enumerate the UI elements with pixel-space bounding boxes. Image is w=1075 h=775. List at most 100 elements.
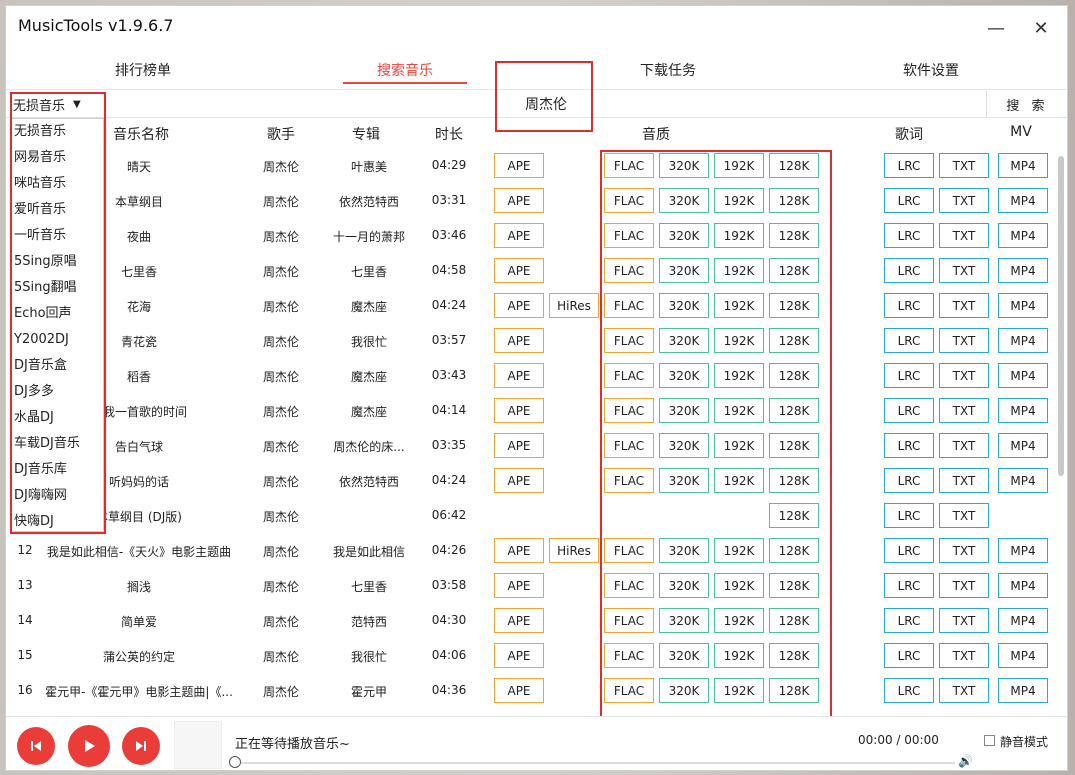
table-row[interactable]: 本草纲目 周杰伦 依然范特西 03:31 APE FLAC 320K 192K 128K LRC T…: [6, 183, 1056, 218]
song-album: 依然范特西: [338, 195, 399, 209]
mp4-button[interactable]: MP4: [998, 328, 1048, 353]
progress-handle[interactable]: [229, 756, 241, 768]
mp4-button[interactable]: MP4: [998, 643, 1048, 668]
table-row[interactable]: 花海 周杰伦 魔杰座 04:24 APE HiRes FLAC 320K 192K 128K LRC…: [6, 288, 1056, 323]
ape-button[interactable]: APE: [494, 363, 544, 388]
ape-button[interactable]: APE: [494, 573, 544, 598]
ape-button[interactable]: APE: [494, 398, 544, 423]
ape-button[interactable]: APE: [494, 258, 544, 283]
table-row[interactable]: 15 蒲公英的约定 周杰伦 我很忙 04:06 APE FLAC 320K 192K 128K LR…: [6, 638, 1056, 673]
tab-settings[interactable]: 软件设置: [869, 60, 993, 80]
mp4-button[interactable]: MP4: [998, 573, 1048, 598]
txt-button[interactable]: TXT: [939, 643, 989, 668]
hires-button[interactable]: HiRes: [549, 538, 599, 563]
lrc-button[interactable]: LRC: [884, 363, 934, 388]
ape-button[interactable]: APE: [494, 643, 544, 668]
close-button[interactable]: ✕: [1026, 14, 1056, 42]
play-button[interactable]: [68, 725, 110, 767]
table-row[interactable]: 夜曲 周杰伦 十一月的萧邦 03:46 APE FLAC 320K 192K 128K LRC TX…: [6, 218, 1056, 253]
next-button[interactable]: [122, 727, 160, 765]
lrc-button[interactable]: LRC: [884, 573, 934, 598]
txt-button[interactable]: TXT: [939, 608, 989, 633]
ape-button[interactable]: APE: [494, 433, 544, 458]
txt-button[interactable]: TXT: [939, 468, 989, 493]
mp4-button[interactable]: MP4: [998, 363, 1048, 388]
mp4-button[interactable]: MP4: [998, 223, 1048, 248]
tab-search[interactable]: 搜索音乐: [343, 60, 467, 80]
txt-button[interactable]: TXT: [939, 678, 989, 703]
mp4-button[interactable]: MP4: [998, 293, 1048, 318]
ape-button[interactable]: APE: [494, 328, 544, 353]
tab-downloads[interactable]: 下载任务: [606, 60, 730, 80]
lrc-button[interactable]: LRC: [884, 643, 934, 668]
txt-button[interactable]: TXT: [939, 188, 989, 213]
song-album: 我很忙: [350, 650, 387, 664]
ape-button[interactable]: APE: [494, 293, 544, 318]
ape-button[interactable]: APE: [494, 188, 544, 213]
lrc-button[interactable]: LRC: [884, 328, 934, 353]
prev-button[interactable]: [17, 727, 55, 765]
mp4-button[interactable]: MP4: [998, 433, 1048, 458]
mp4-button[interactable]: MP4: [998, 678, 1048, 703]
txt-button[interactable]: TXT: [939, 398, 989, 423]
txt-button[interactable]: TXT: [939, 433, 989, 458]
row-number: 15: [17, 648, 33, 662]
song-artist: 周杰伦: [262, 580, 299, 594]
txt-button[interactable]: TXT: [939, 538, 989, 563]
table-row[interactable]: 稻香 周杰伦 魔杰座 03:43 APE FLAC 320K 192K 128K LRC TXT MP…: [6, 358, 1056, 393]
txt-button[interactable]: TXT: [939, 503, 989, 528]
minimize-button[interactable]: —: [981, 14, 1011, 42]
volume-icon[interactable]: 🔊: [958, 754, 973, 768]
scrollbar[interactable]: [1058, 156, 1064, 476]
lrc-button[interactable]: LRC: [884, 678, 934, 703]
lrc-button[interactable]: LRC: [884, 188, 934, 213]
table-row[interactable]: 本草纲目 (DJ版) 周杰伦 06:42 128K LRC TXT: [6, 498, 1056, 533]
txt-button[interactable]: TXT: [939, 363, 989, 388]
table-row[interactable]: 告白气球 周杰伦 周杰伦的床... 03:35 APE FLAC 320K 192K 128K L…: [6, 428, 1056, 463]
lrc-button[interactable]: LRC: [884, 433, 934, 458]
mp4-button[interactable]: MP4: [998, 153, 1048, 178]
mp4-button[interactable]: MP4: [998, 398, 1048, 423]
lrc-button[interactable]: LRC: [884, 293, 934, 318]
lrc-button[interactable]: LRC: [884, 608, 934, 633]
lrc-button[interactable]: LRC: [884, 398, 934, 423]
hires-button[interactable]: HiRes: [549, 293, 599, 318]
table-row[interactable]: 听妈妈的话 周杰伦 依然范特西 04:24 APE FLAC 320K 192K 128K LRC…: [6, 463, 1056, 498]
ape-button[interactable]: APE: [494, 538, 544, 563]
mute-checkbox[interactable]: [984, 735, 995, 746]
mp4-button[interactable]: MP4: [998, 188, 1048, 213]
progress-track[interactable]: [235, 762, 955, 764]
table-row[interactable]: 14 简单爱 周杰伦 范特西 04:30 APE FLAC 320K 192K 128K LRC TX…: [6, 603, 1056, 638]
mp4-button[interactable]: MP4: [998, 468, 1048, 493]
tab-charts[interactable]: 排行榜单: [81, 60, 205, 80]
txt-button[interactable]: TXT: [939, 223, 989, 248]
song-artist: 周杰伦: [262, 440, 299, 454]
lrc-button[interactable]: LRC: [884, 503, 934, 528]
ape-button[interactable]: APE: [494, 468, 544, 493]
table-row[interactable]: 七里香 周杰伦 七里香 04:58 APE FLAC 320K 192K 128K LRC TXT M…: [6, 253, 1056, 288]
txt-button[interactable]: TXT: [939, 573, 989, 598]
search-button[interactable]: 搜 索: [986, 91, 1067, 117]
lrc-button[interactable]: LRC: [884, 538, 934, 563]
txt-button[interactable]: TXT: [939, 153, 989, 178]
ape-button[interactable]: APE: [494, 153, 544, 178]
txt-button[interactable]: TXT: [939, 258, 989, 283]
txt-button[interactable]: TXT: [939, 328, 989, 353]
ape-button[interactable]: APE: [494, 223, 544, 248]
table-row[interactable]: 晴天 周杰伦 叶惠美 04:29 APE FLAC 320K 192K 128K LRC TXT MP…: [6, 148, 1056, 183]
lrc-button[interactable]: LRC: [884, 153, 934, 178]
table-row[interactable]: 给我一首歌的时间 周杰伦 魔杰座 04:14 APE FLAC 320K 192K 128K LR…: [6, 393, 1056, 428]
txt-button[interactable]: TXT: [939, 293, 989, 318]
mp4-button[interactable]: MP4: [998, 258, 1048, 283]
table-row[interactable]: 12 我是如此相信-《天火》电影主题曲 周杰伦 我是如此相信 04:26 APE HiRes…: [6, 533, 1056, 568]
lrc-button[interactable]: LRC: [884, 468, 934, 493]
ape-button[interactable]: APE: [494, 608, 544, 633]
table-row[interactable]: 13 搁浅 周杰伦 七里香 03:58 APE FLAC 320K 192K 128K LRC TXT…: [6, 568, 1056, 603]
table-row[interactable]: 青花瓷 周杰伦 我很忙 03:57 APE FLAC 320K 192K 128K LRC TXT M…: [6, 323, 1056, 358]
mp4-button[interactable]: MP4: [998, 608, 1048, 633]
table-row[interactable]: 16 霍元甲-《霍元甲》电影主题曲|《... 周杰伦 霍元甲 04:36 APE FLAC 3…: [6, 673, 1056, 708]
ape-button[interactable]: APE: [494, 678, 544, 703]
lrc-button[interactable]: LRC: [884, 258, 934, 283]
mp4-button[interactable]: MP4: [998, 538, 1048, 563]
lrc-button[interactable]: LRC: [884, 223, 934, 248]
